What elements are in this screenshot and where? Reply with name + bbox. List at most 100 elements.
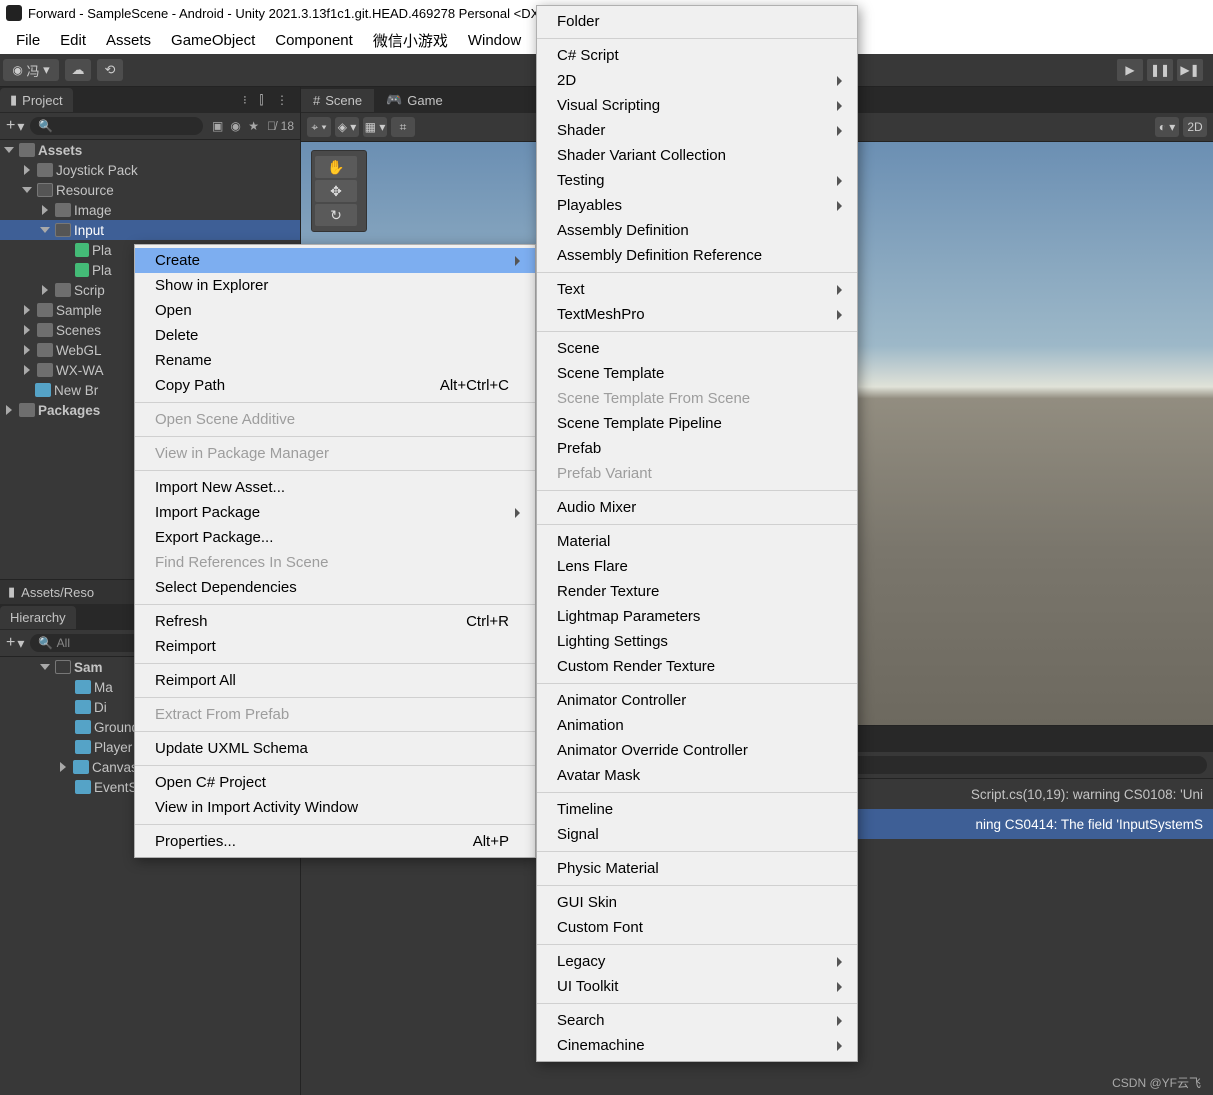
create-menu-item[interactable]: Assembly Definition Reference [537, 243, 857, 268]
hand-tool[interactable]: ✋ [315, 156, 357, 178]
add-asset-button[interactable]: + [6, 117, 15, 135]
assets-menu-item[interactable]: Import Package [135, 500, 535, 525]
create-menu-item[interactable]: Prefab [537, 436, 857, 461]
create-menu-item[interactable]: Search [537, 1008, 857, 1033]
create-menu-item[interactable]: Testing [537, 168, 857, 193]
create-menu-item[interactable]: Legacy [537, 949, 857, 974]
tree-image[interactable]: Image [0, 200, 300, 220]
create-menu-item[interactable]: Folder [537, 9, 857, 34]
gameobject-icon [73, 760, 89, 774]
menu-wechat[interactable]: 微信小游戏 [363, 27, 458, 54]
tree-assets[interactable]: Assets [0, 140, 300, 160]
assets-menu-item[interactable]: RefreshCtrl+R [135, 609, 535, 634]
assets-menu-item[interactable]: Select Dependencies [135, 575, 535, 600]
rotate-tool[interactable]: ↻ [315, 204, 357, 226]
assets-menu-item[interactable]: Import New Asset... [135, 475, 535, 500]
tree-joystick[interactable]: Joystick Pack [0, 160, 300, 180]
assets-menu-item[interactable]: Properties...Alt+P [135, 829, 535, 854]
project-tab-menu[interactable]: ⁝ ⫿ ⋮ [233, 93, 300, 108]
create-menu-item[interactable]: Visual Scripting [537, 93, 857, 118]
project-search-input[interactable]: 🔍 [30, 117, 202, 135]
create-menu-item[interactable]: TextMeshPro [537, 302, 857, 327]
create-menu-item[interactable]: Lighting Settings [537, 629, 857, 654]
menu-assets[interactable]: Assets [96, 29, 161, 52]
favorite-icon[interactable]: ★ [245, 119, 263, 133]
create-menu-item[interactable]: Scene Template [537, 361, 857, 386]
layers-button[interactable]: ⟲ [97, 59, 123, 81]
assets-menu-item[interactable]: Reimport [135, 634, 535, 659]
assets-menu-item[interactable]: Create [135, 248, 535, 273]
create-menu-item[interactable]: Render Texture [537, 579, 857, 604]
create-menu-item[interactable]: Audio Mixer [537, 495, 857, 520]
tree-resource[interactable]: Resource [0, 180, 300, 200]
project-tab[interactable]: ▮ Project [0, 88, 73, 112]
create-menu-item[interactable]: Scene Template Pipeline [537, 411, 857, 436]
create-menu-item[interactable]: Signal [537, 822, 857, 847]
play-button[interactable]: ▶ [1117, 59, 1143, 81]
create-menu-item[interactable]: Lightmap Parameters [537, 604, 857, 629]
assets-menu-item[interactable]: Copy PathAlt+Ctrl+C [135, 373, 535, 398]
menu-file[interactable]: File [6, 29, 50, 52]
filter-type-icon[interactable]: ▣ [209, 119, 227, 133]
create-menu-item[interactable]: Timeline [537, 797, 857, 822]
create-menu-item[interactable]: Shader Variant Collection [537, 143, 857, 168]
tree-input[interactable]: Input [0, 220, 300, 240]
dropdown-icon[interactable]: ▾ [17, 635, 24, 652]
dropdown-icon[interactable]: ▾ [17, 118, 24, 135]
create-menu-item[interactable]: Material [537, 529, 857, 554]
tool-2d[interactable]: 2D [1183, 117, 1207, 137]
assets-menu-item[interactable]: Open [135, 298, 535, 323]
create-menu-item[interactable]: Custom Render Texture [537, 654, 857, 679]
create-menu-item[interactable]: Avatar Mask [537, 763, 857, 788]
step-button[interactable]: ▶❚ [1177, 59, 1203, 81]
create-menu-item[interactable]: UI Toolkit [537, 974, 857, 999]
create-menu-item[interactable]: Animation [537, 713, 857, 738]
assets-menu-item[interactable]: Update UXML Schema [135, 736, 535, 761]
scene-tab[interactable]: #Scene [301, 89, 374, 112]
move-tool[interactable]: ✥ [315, 180, 357, 202]
watermark: CSDN @YF云飞 [1112, 1074, 1201, 1091]
assets-menu-item[interactable]: Export Package... [135, 525, 535, 550]
create-menu-item[interactable]: GUI Skin [537, 890, 857, 915]
assets-menu-item[interactable]: Delete [135, 323, 535, 348]
project-tab-label: Project [22, 93, 62, 108]
tool-shading[interactable]: ◐ ▾ [1155, 117, 1179, 137]
game-tab[interactable]: 🎮Game [374, 88, 455, 112]
assets-menu-item[interactable]: Reimport All [135, 668, 535, 693]
tool-handle[interactable]: ◈ ▾ [335, 117, 359, 137]
create-menu-item[interactable]: Animator Override Controller [537, 738, 857, 763]
create-menu-item[interactable]: Playables [537, 193, 857, 218]
menu-window[interactable]: Window [458, 29, 531, 52]
create-menu-item[interactable]: Scene [537, 336, 857, 361]
create-menu-item[interactable]: 2D [537, 68, 857, 93]
tool-grid[interactable]: ▦ ▾ [363, 117, 387, 137]
menu-edit[interactable]: Edit [50, 29, 96, 52]
folder-icon [37, 323, 53, 337]
menu-component[interactable]: Component [265, 29, 363, 52]
menu-gameobject[interactable]: GameObject [161, 29, 265, 52]
unity-logo-icon [6, 5, 22, 21]
create-menu-item[interactable]: Animator Controller [537, 688, 857, 713]
create-menu-item[interactable]: Assembly Definition [537, 218, 857, 243]
account-button[interactable]: ◉ 冯 ▾ [3, 59, 59, 81]
assets-menu-item[interactable]: View in Import Activity Window [135, 795, 535, 820]
gameobject-icon [75, 720, 91, 734]
assets-menu-item[interactable]: Open C# Project [135, 770, 535, 795]
create-menu-item[interactable]: Cinemachine [537, 1033, 857, 1058]
cloud-button[interactable]: ☁ [65, 59, 91, 81]
assets-menu-item[interactable]: Show in Explorer [135, 273, 535, 298]
pause-button[interactable]: ❚❚ [1147, 59, 1173, 81]
filter-label-icon[interactable]: ◉ [227, 119, 245, 133]
tool-pivot[interactable]: ⌖ ▾ [307, 117, 331, 137]
hierarchy-tab[interactable]: Hierarchy [0, 606, 76, 629]
assets-menu-item[interactable]: Rename [135, 348, 535, 373]
create-menu-item[interactable]: C# Script [537, 43, 857, 68]
add-gameobject-button[interactable]: + [6, 634, 15, 652]
tool-snap[interactable]: ⌗ [391, 117, 415, 137]
create-menu-item[interactable]: Shader [537, 118, 857, 143]
create-menu-item[interactable]: Custom Font [537, 915, 857, 940]
create-menu-item[interactable]: Lens Flare [537, 554, 857, 579]
create-menu-item[interactable]: Text [537, 277, 857, 302]
hidden-icon[interactable]: 👁̸ [263, 119, 281, 133]
create-menu-item[interactable]: Physic Material [537, 856, 857, 881]
